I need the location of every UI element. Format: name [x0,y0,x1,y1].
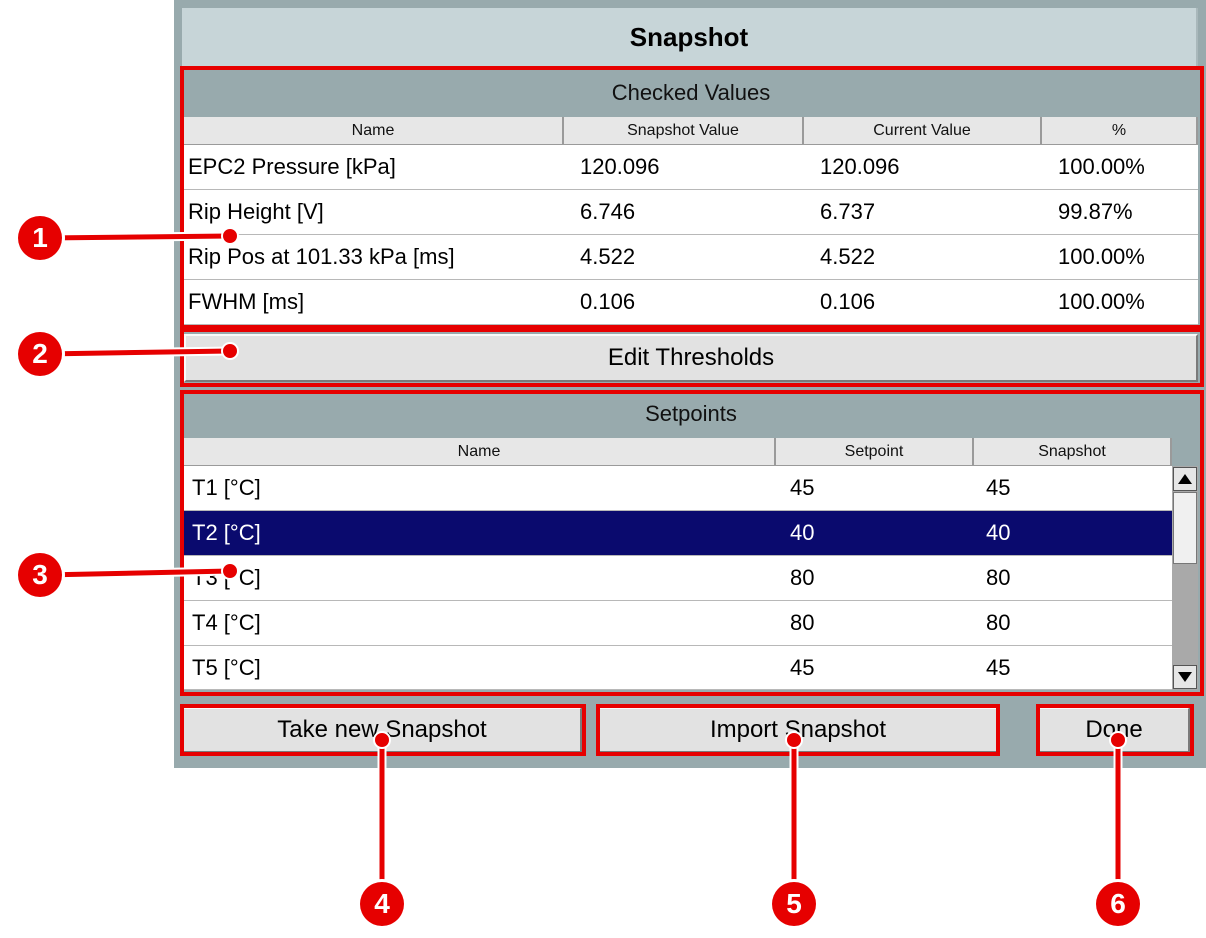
callout-3: 3 [18,553,62,597]
callout-1: 1 [18,216,62,260]
callout-4: 4 [360,882,404,926]
callout-6: 6 [1096,882,1140,926]
callout-5: 5 [772,882,816,926]
callout-2: 2 [18,332,62,376]
annotation-leader-lines [39,227,1127,905]
